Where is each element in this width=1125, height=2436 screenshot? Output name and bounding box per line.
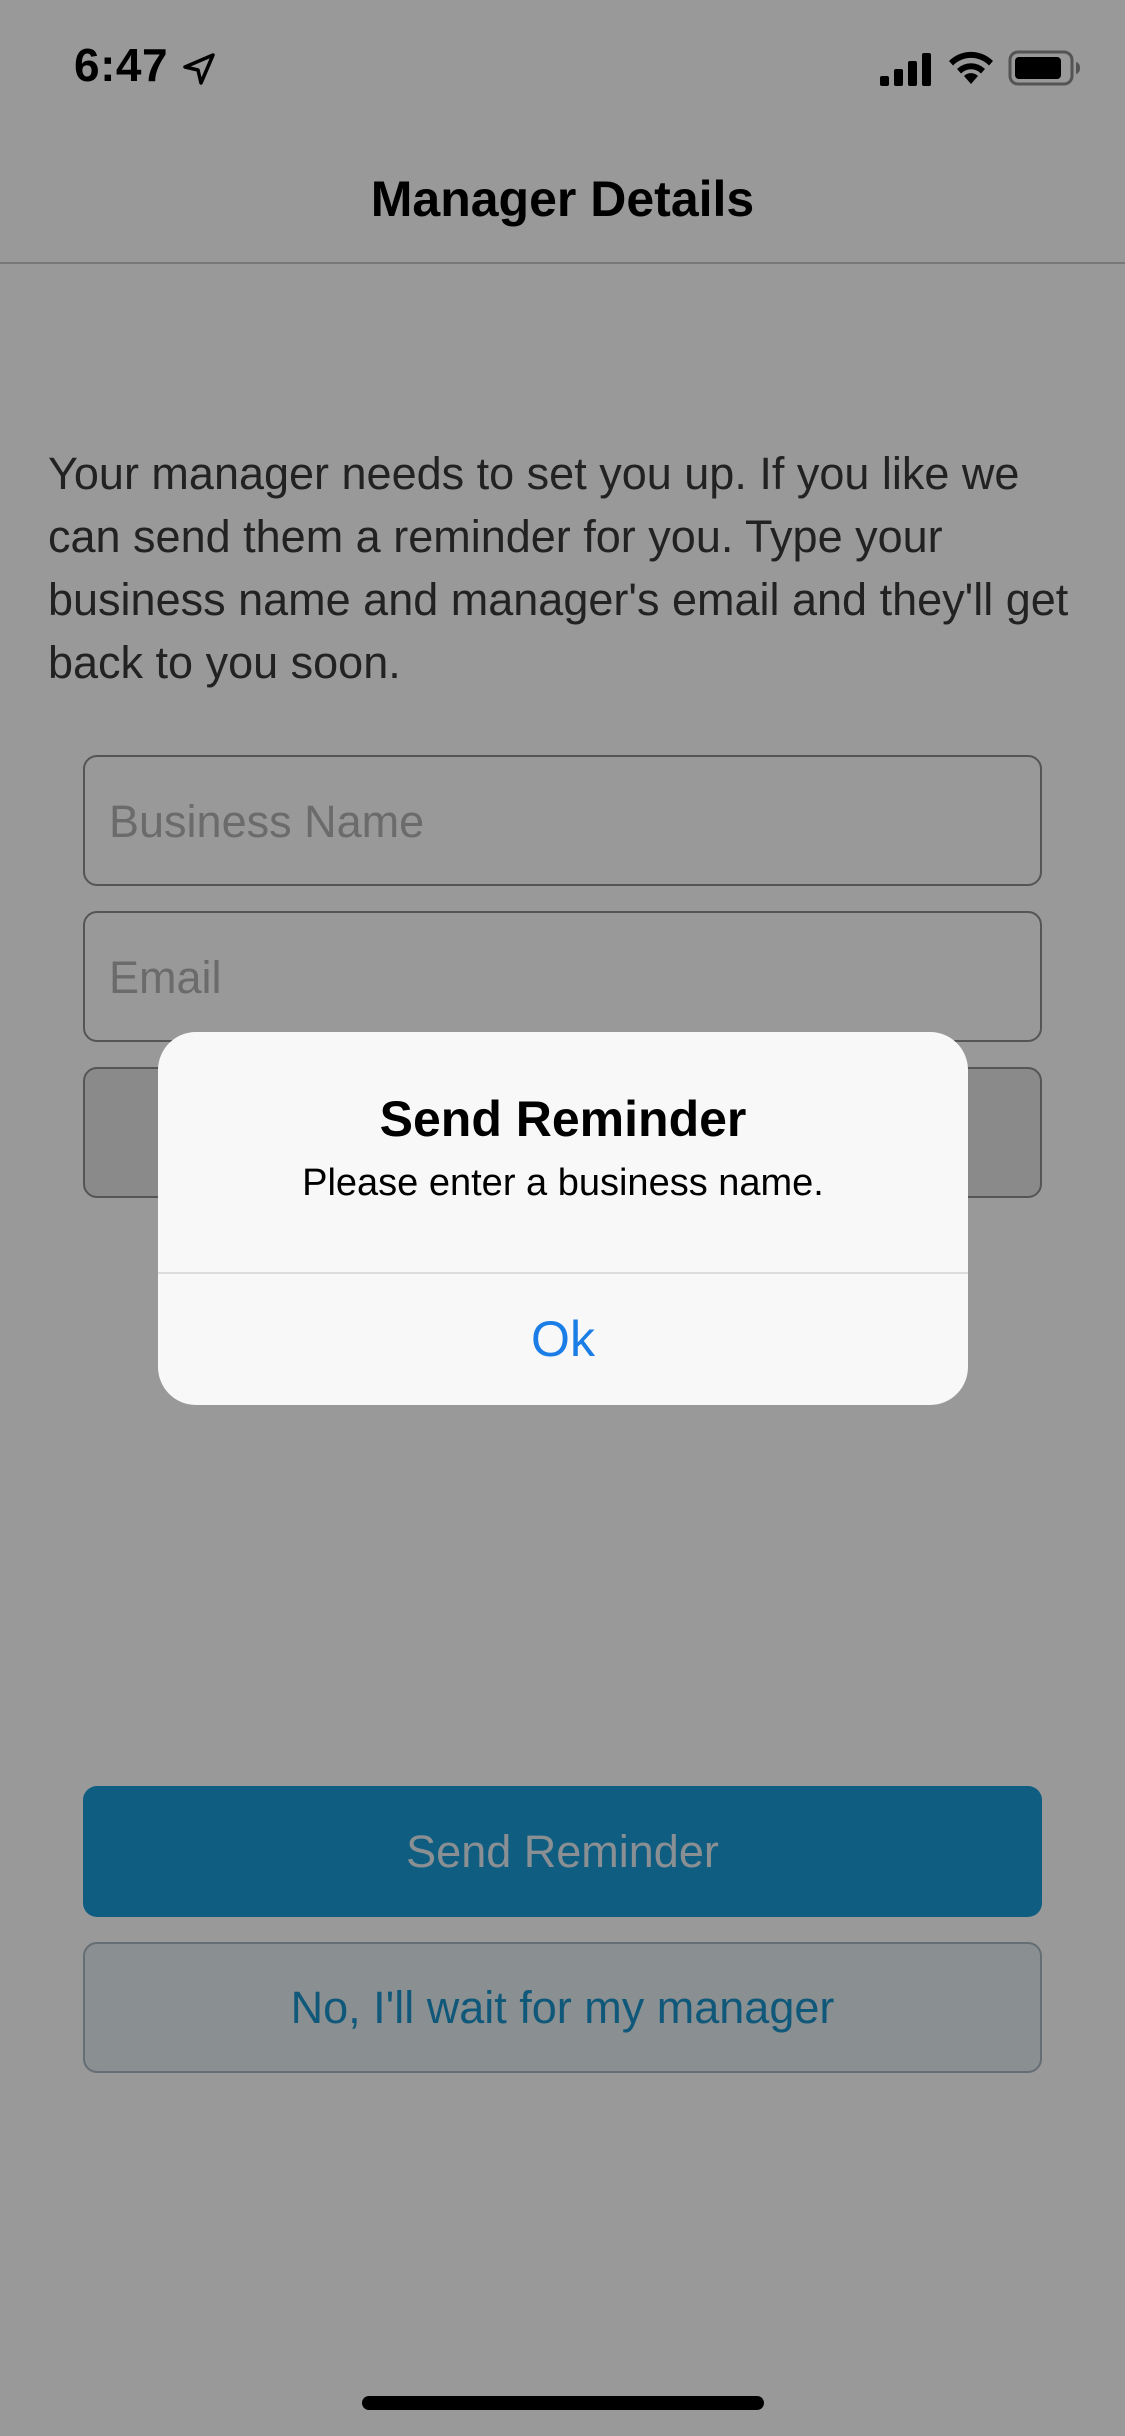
alert-title: Send Reminder: [379, 1091, 747, 1147]
alert-ok-button[interactable]: Ok: [158, 1274, 968, 1405]
home-indicator[interactable]: [362, 2396, 764, 2410]
alert-dialog: Send Reminder Please enter a business na…: [158, 1032, 968, 1405]
alert-message: Please enter a business name.: [302, 1162, 824, 1204]
screen: 6:47 Manager Details Your manager needs …: [0, 0, 1125, 2436]
